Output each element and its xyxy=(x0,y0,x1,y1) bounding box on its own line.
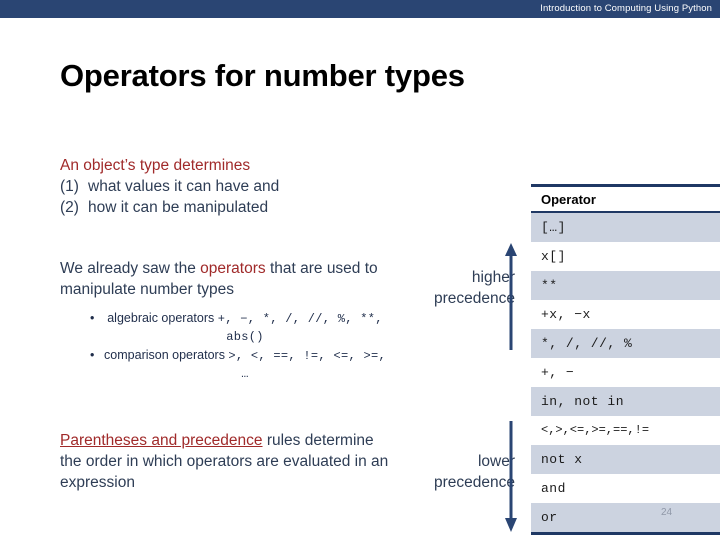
label-higher-precedence-line1: higher xyxy=(471,269,515,286)
list-item-code: +, −, *, /, //, %, **, abs() xyxy=(217,312,383,344)
numbered-item-1-number: (1) xyxy=(60,178,79,195)
label-lower-precedence-line2: precedence xyxy=(433,474,515,491)
numbered-item-2: (2) how it can be manipulated xyxy=(60,197,390,218)
label-lower-precedence: lower precedence xyxy=(385,451,515,493)
list-item: • algebraic operators +, −, *, /, //, %,… xyxy=(88,310,388,346)
table-row: in, not in xyxy=(531,387,720,416)
bullet-dot-icon: • xyxy=(90,311,95,325)
page-title: Operators for number types xyxy=(60,58,465,93)
bullet-dot-icon: • xyxy=(90,348,95,362)
list-item-label: algebraic operators xyxy=(107,311,218,325)
slide-canvas: Introduction to Computing Using Python O… xyxy=(0,0,720,540)
table-row: x[] xyxy=(531,242,720,271)
table-row: ** xyxy=(531,271,720,300)
top-banner: Introduction to Computing Using Python xyxy=(0,0,720,18)
page-number: 24 xyxy=(661,507,673,518)
paragraph-object-type: An object’s type determines (1) what valu… xyxy=(60,155,390,218)
numbered-item-1: (1) what values it can have and xyxy=(60,176,390,197)
list-item: • comparison operators >, <, ==, !=, <=,… xyxy=(88,347,388,383)
banner-title: Introduction to Computing Using Python xyxy=(540,3,712,14)
paragraph-precedence-rules: Parentheses and precedence rules determi… xyxy=(60,430,390,493)
table-row: +x, −x xyxy=(531,300,720,329)
operator-bullet-list: • algebraic operators +, −, *, /, //, %,… xyxy=(88,310,388,384)
table-row: <,>,<=,>=,==,!= xyxy=(531,416,720,445)
paragraph-precedence-highlight: Parentheses and precedence xyxy=(60,432,263,449)
table-row: and xyxy=(531,474,720,503)
label-lower-precedence-line1: lower xyxy=(477,453,515,470)
table-row: or xyxy=(531,503,720,532)
numbered-item-2-number: (2) xyxy=(60,199,79,216)
operator-precedence-table: Operator […] x[] ** +x, −x *, /, //, % +… xyxy=(531,184,720,535)
paragraph-operators-before: We already saw the xyxy=(60,260,201,277)
list-item-content: algebraic operators +, −, *, /, //, %, *… xyxy=(102,310,388,346)
paragraph-operators: We already saw the operators that are us… xyxy=(60,258,390,300)
table-header-operator: Operator xyxy=(531,187,720,213)
label-higher-precedence-line2: precedence xyxy=(433,290,515,307)
paragraph-lead: An object’s type determines xyxy=(60,157,251,174)
numbered-item-1-text: what values it can have and xyxy=(88,178,280,195)
precedence-double-arrow-icon xyxy=(503,243,525,533)
list-item-code: >, <, ==, !=, <=, >=, … xyxy=(228,349,386,381)
list-item-label: comparison operators xyxy=(104,348,229,362)
numbered-item-2-text: how it can be manipulated xyxy=(88,199,269,216)
table-row: […] xyxy=(531,213,720,242)
table-row: +, − xyxy=(531,358,720,387)
table-row: *, /, //, % xyxy=(531,329,720,358)
table-row: not x xyxy=(531,445,720,474)
list-item-content: comparison operators >, <, ==, !=, <=, >… xyxy=(102,347,388,383)
paragraph-operators-highlight: operators xyxy=(200,260,266,277)
label-higher-precedence: higher precedence xyxy=(385,267,515,309)
